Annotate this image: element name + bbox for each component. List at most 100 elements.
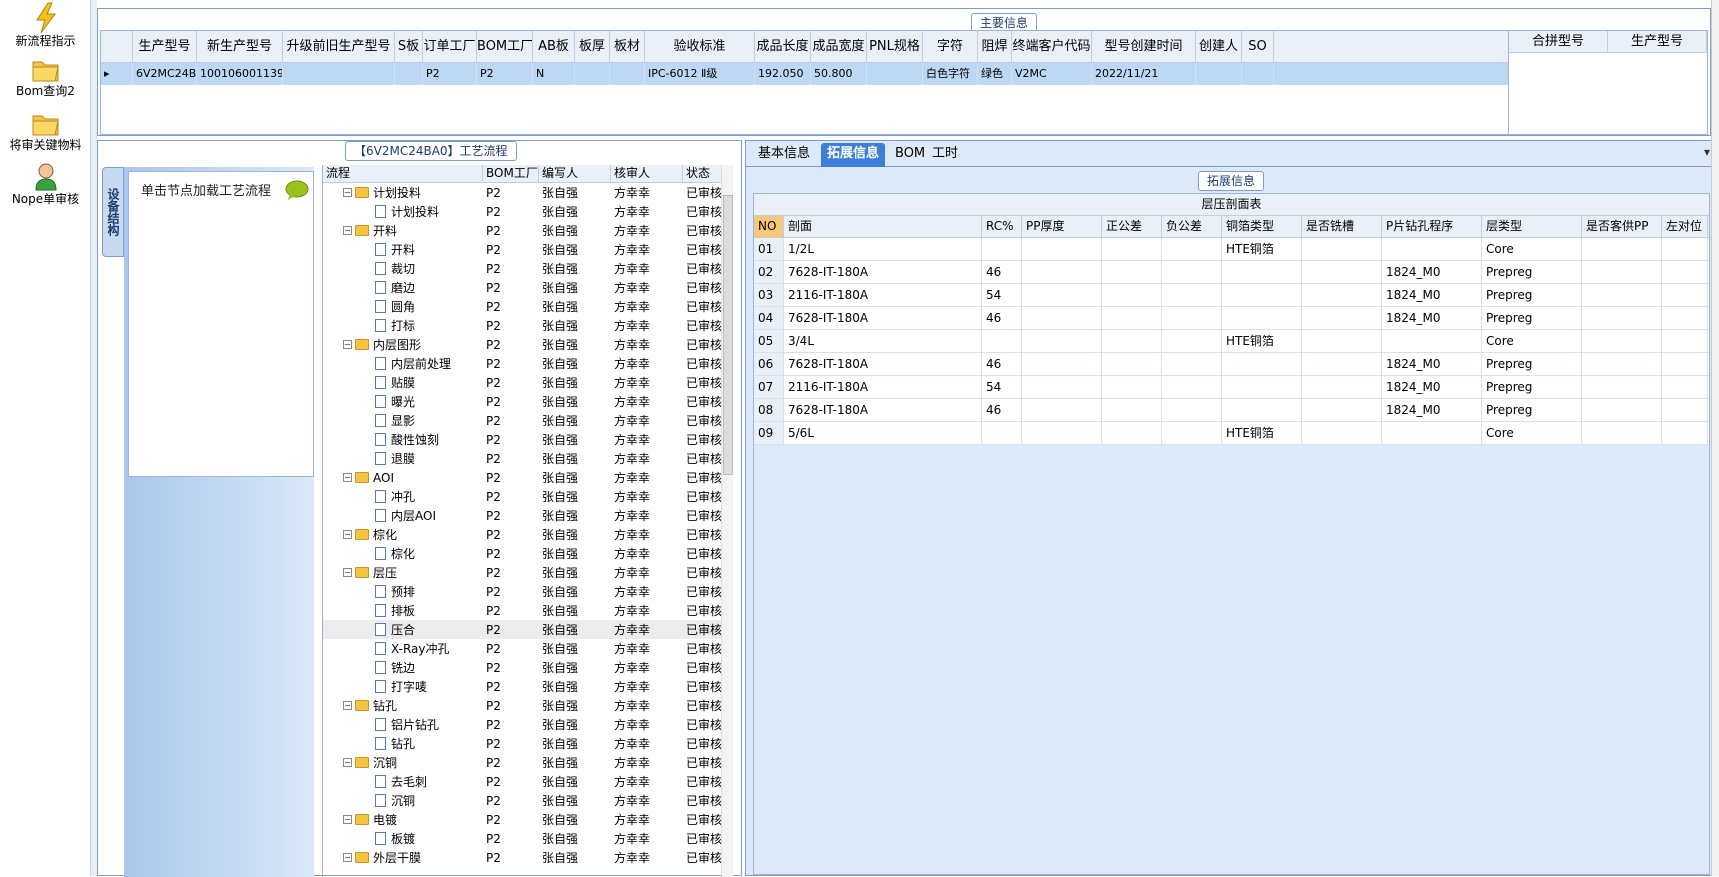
table-cell[interactable]: 10010600113982 bbox=[197, 63, 283, 85]
table-cell[interactable]: 46 bbox=[982, 353, 1022, 375]
table-cell[interactable]: Prepreg bbox=[1482, 284, 1582, 306]
table-cell[interactable] bbox=[1302, 307, 1382, 329]
table-cell[interactable]: 1/2L bbox=[784, 238, 982, 260]
column-header[interactable]: 负公差 bbox=[1162, 216, 1222, 237]
nav-nope-review[interactable]: Nope单审核 bbox=[0, 162, 91, 206]
table-cell[interactable]: 2116-IT-180A bbox=[784, 376, 982, 398]
process-row[interactable]: 打标 P2 张自强 方幸幸 已审核 bbox=[323, 316, 733, 335]
table-cell[interactable] bbox=[1022, 399, 1102, 421]
table-cell[interactable]: 01 bbox=[754, 238, 784, 260]
row-indicator[interactable]: ▸ bbox=[101, 63, 133, 85]
process-node[interactable]: 内层AOI bbox=[323, 506, 483, 525]
table-cell[interactable] bbox=[1162, 284, 1222, 306]
table-cell[interactable] bbox=[1162, 238, 1222, 260]
process-row[interactable]: 压合 P2 张自强 方幸幸 已审核 bbox=[323, 620, 733, 639]
table-cell[interactable] bbox=[1162, 399, 1222, 421]
column-header[interactable]: 流程 bbox=[323, 165, 483, 182]
nav-bom-query[interactable]: Bom查询2 bbox=[0, 56, 91, 98]
collapse-icon[interactable]: − bbox=[343, 701, 352, 710]
column-header[interactable]: 核审人 bbox=[611, 165, 683, 182]
column-header[interactable]: 创建人 bbox=[1196, 31, 1242, 62]
column-header[interactable]: 新生产型号 bbox=[197, 31, 283, 62]
dropdown-arrow-icon[interactable]: ▾ bbox=[1704, 145, 1710, 159]
table-cell[interactable]: 04 bbox=[754, 307, 784, 329]
process-row[interactable]: − 开料 P2 张自强 方幸幸 已审核 bbox=[323, 221, 733, 240]
process-row[interactable]: 打字唛 P2 张自强 方幸幸 已审核 bbox=[323, 677, 733, 696]
table-cell[interactable] bbox=[1302, 422, 1382, 444]
column-header[interactable]: S板 bbox=[395, 31, 423, 62]
process-node[interactable]: 圆角 bbox=[323, 297, 483, 316]
table-cell[interactable] bbox=[1162, 376, 1222, 398]
table-cell[interactable]: 08 bbox=[754, 399, 784, 421]
table-cell[interactable]: 03 bbox=[754, 284, 784, 306]
process-scrollbar[interactable] bbox=[721, 165, 733, 877]
table-cell[interactable] bbox=[1102, 284, 1162, 306]
table-cell[interactable]: 1824_M0 bbox=[1382, 376, 1482, 398]
table-cell[interactable] bbox=[1102, 330, 1162, 352]
process-node[interactable]: 压合 bbox=[323, 620, 483, 639]
column-header[interactable]: 生产型号 bbox=[133, 31, 197, 62]
table-cell[interactable]: 5/6L bbox=[784, 422, 982, 444]
process-node[interactable]: 冲孔 bbox=[323, 487, 483, 506]
table-cell[interactable] bbox=[867, 63, 923, 85]
table-cell[interactable] bbox=[1102, 307, 1162, 329]
process-row[interactable]: 磨边 P2 张自强 方幸幸 已审核 bbox=[323, 278, 733, 297]
process-row[interactable]: − 钻孔 P2 张自强 方幸幸 已审核 bbox=[323, 696, 733, 715]
table-cell[interactable] bbox=[1162, 307, 1222, 329]
table-cell[interactable]: 05 bbox=[754, 330, 784, 352]
table-cell[interactable] bbox=[1582, 422, 1662, 444]
process-row[interactable]: − 电镀 P2 张自强 方幸幸 已审核 bbox=[323, 810, 733, 829]
table-cell[interactable] bbox=[1022, 307, 1102, 329]
table-cell[interactable] bbox=[1582, 238, 1662, 260]
table-cell[interactable]: 46 bbox=[982, 399, 1022, 421]
process-node[interactable]: − AOI bbox=[323, 468, 483, 487]
table-cell[interactable]: 54 bbox=[982, 376, 1022, 398]
process-node[interactable]: − 内层图形 bbox=[323, 335, 483, 354]
process-node[interactable]: 酸性蚀刻 bbox=[323, 430, 483, 449]
column-header[interactable]: 升级前旧生产型号 bbox=[283, 31, 395, 62]
process-node[interactable]: − 钻孔 bbox=[323, 696, 483, 715]
process-node[interactable]: 打标 bbox=[323, 316, 483, 335]
table-cell[interactable] bbox=[1662, 261, 1708, 283]
scroll-thumb[interactable] bbox=[723, 195, 733, 475]
column-header[interactable]: 字符 bbox=[923, 31, 978, 62]
table-cell[interactable] bbox=[610, 63, 645, 85]
process-row[interactable]: 去毛刺 P2 张自强 方幸幸 已审核 bbox=[323, 772, 733, 791]
process-row[interactable]: 退膜 P2 张自强 方幸幸 已审核 bbox=[323, 449, 733, 468]
table-cell[interactable] bbox=[1162, 353, 1222, 375]
table-cell[interactable] bbox=[1662, 376, 1708, 398]
process-node[interactable]: 计划投料 bbox=[323, 202, 483, 221]
table-cell[interactable] bbox=[1662, 284, 1708, 306]
process-row[interactable]: − 棕化 P2 张自强 方幸幸 已审核 bbox=[323, 525, 733, 544]
tab-3[interactable]: BOM bbox=[889, 143, 931, 167]
table-cell[interactable] bbox=[1102, 376, 1162, 398]
table-cell[interactable] bbox=[1102, 261, 1162, 283]
column-header[interactable]: 铜箔类型 bbox=[1222, 216, 1302, 237]
collapse-icon[interactable]: − bbox=[343, 473, 352, 482]
process-node[interactable]: 预排 bbox=[323, 582, 483, 601]
column-header[interactable]: 板材 bbox=[610, 31, 645, 62]
process-row[interactable]: 圆角 P2 张自强 方幸幸 已审核 bbox=[323, 297, 733, 316]
table-cell[interactable] bbox=[1222, 353, 1302, 375]
table-cell[interactable] bbox=[395, 63, 423, 85]
table-cell[interactable]: 2116-IT-180A bbox=[784, 284, 982, 306]
table-cell[interactable] bbox=[1162, 422, 1222, 444]
process-node[interactable]: X-Ray冲孔 bbox=[323, 639, 483, 658]
process-node[interactable]: 内层前处理 bbox=[323, 354, 483, 373]
table-cell[interactable] bbox=[1662, 238, 1708, 260]
process-node[interactable]: − 沉铜 bbox=[323, 753, 483, 772]
column-header[interactable]: AB板 bbox=[533, 31, 575, 62]
process-row[interactable]: − 外层干膜 P2 张自强 方幸幸 已审核 bbox=[323, 848, 733, 867]
table-cell[interactable] bbox=[1022, 376, 1102, 398]
column-header[interactable]: RC% bbox=[982, 216, 1022, 237]
process-row[interactable]: 显影 P2 张自强 方幸幸 已审核 bbox=[323, 411, 733, 430]
process-node[interactable]: 沉铜 bbox=[323, 791, 483, 810]
table-cell[interactable]: 7628-IT-180A bbox=[784, 307, 982, 329]
process-row[interactable]: 开料 P2 张自强 方幸幸 已审核 bbox=[323, 240, 733, 259]
tab-2[interactable]: 拓展信息 bbox=[821, 143, 886, 167]
table-cell[interactable] bbox=[1222, 399, 1302, 421]
table-cell[interactable]: 绿色 bbox=[978, 63, 1012, 85]
table-cell[interactable] bbox=[1662, 330, 1708, 352]
table-cell[interactable]: Prepreg bbox=[1482, 307, 1582, 329]
table-cell[interactable] bbox=[1582, 307, 1662, 329]
